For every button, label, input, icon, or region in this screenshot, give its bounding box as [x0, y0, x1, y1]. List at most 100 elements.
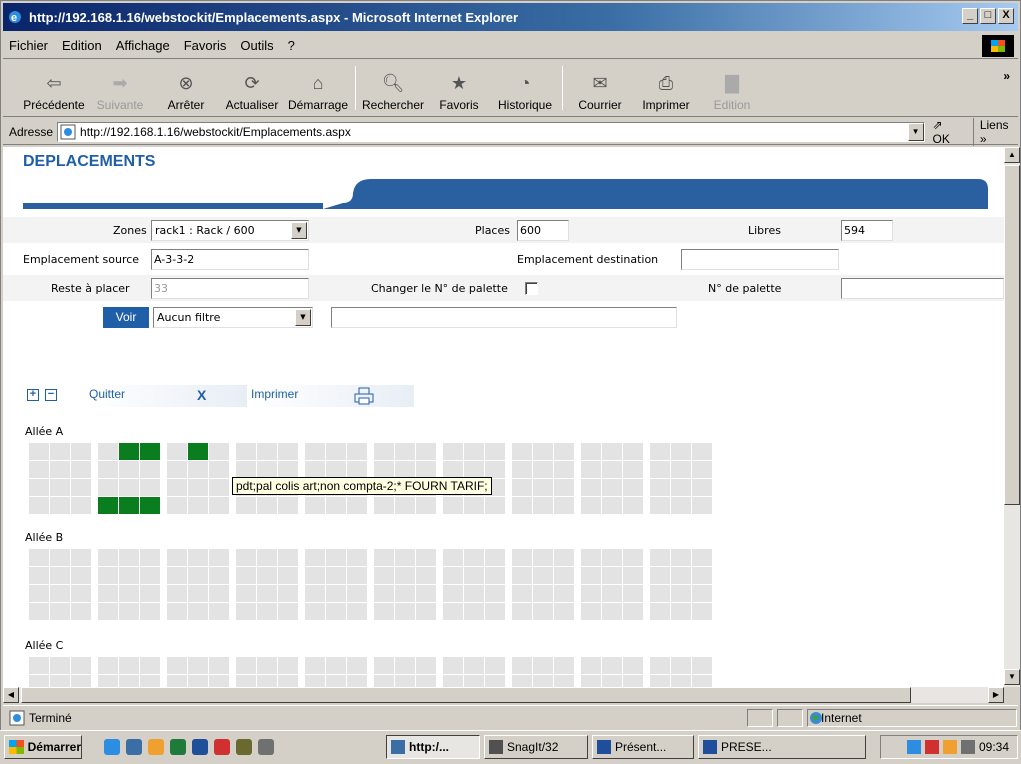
- location-cell[interactable]: [257, 567, 277, 584]
- menu-help[interactable]: ?: [288, 38, 295, 53]
- location-cell[interactable]: [464, 567, 484, 584]
- location-cell[interactable]: [209, 675, 229, 687]
- location-cell[interactable]: [623, 443, 643, 460]
- location-cell[interactable]: [581, 657, 601, 674]
- location-cell[interactable]: [395, 461, 415, 478]
- location-cell[interactable]: [29, 461, 49, 478]
- pal-field[interactable]: [841, 278, 1004, 299]
- location-cell[interactable]: [347, 549, 367, 566]
- location-cell[interactable]: [257, 585, 277, 602]
- location-cell[interactable]: [581, 567, 601, 584]
- search-button[interactable]: 🔍︎ Rechercher: [360, 71, 426, 116]
- location-cell[interactable]: [29, 585, 49, 602]
- scroll-up-icon[interactable]: ▲: [1004, 147, 1020, 163]
- location-cell[interactable]: [416, 443, 436, 460]
- location-cell[interactable]: [119, 675, 139, 687]
- location-cell[interactable]: [236, 497, 256, 514]
- location-cell[interactable]: [671, 585, 691, 602]
- location-cell[interactable]: [416, 549, 436, 566]
- location-cell[interactable]: [167, 549, 187, 566]
- location-cell[interactable]: [671, 443, 691, 460]
- location-cell[interactable]: [416, 567, 436, 584]
- location-cell[interactable]: [188, 675, 208, 687]
- location-cell[interactable]: [347, 603, 367, 620]
- location-cell[interactable]: [188, 549, 208, 566]
- location-cell[interactable]: [257, 443, 277, 460]
- location-cell[interactable]: [278, 585, 298, 602]
- location-cell[interactable]: [347, 585, 367, 602]
- location-cell[interactable]: [278, 549, 298, 566]
- location-cell[interactable]: [650, 549, 670, 566]
- location-cell[interactable]: [650, 657, 670, 674]
- location-cell[interactable]: [374, 657, 394, 674]
- location-cell-occupied[interactable]: [140, 497, 160, 514]
- location-cell[interactable]: [464, 657, 484, 674]
- vertical-scroll-thumb[interactable]: [1004, 165, 1020, 505]
- location-cell[interactable]: [98, 675, 118, 687]
- location-cell[interactable]: [650, 443, 670, 460]
- location-cell[interactable]: [71, 497, 91, 514]
- location-cell[interactable]: [71, 479, 91, 496]
- location-cell[interactable]: [98, 603, 118, 620]
- libres-field[interactable]: 594: [841, 220, 893, 241]
- location-cell[interactable]: [512, 585, 532, 602]
- location-cell[interactable]: [602, 497, 622, 514]
- location-cell[interactable]: [140, 585, 160, 602]
- location-cell[interactable]: [167, 585, 187, 602]
- location-cell[interactable]: [278, 497, 298, 514]
- location-cell[interactable]: [443, 549, 463, 566]
- mail-button[interactable]: ✉ Courrier: [567, 71, 633, 116]
- media-quicklaunch-icon[interactable]: [148, 739, 164, 755]
- location-cell[interactable]: [236, 549, 256, 566]
- location-cell[interactable]: [581, 443, 601, 460]
- location-cell[interactable]: [623, 549, 643, 566]
- location-cell[interactable]: [71, 443, 91, 460]
- location-cell[interactable]: [140, 675, 160, 687]
- location-cell[interactable]: [623, 479, 643, 496]
- refresh-button[interactable]: ⟳ Actualiser: [219, 71, 285, 116]
- location-cell[interactable]: [209, 443, 229, 460]
- location-cell[interactable]: [209, 603, 229, 620]
- location-cell-occupied[interactable]: [98, 497, 118, 514]
- location-cell[interactable]: [305, 443, 325, 460]
- location-cell[interactable]: [278, 657, 298, 674]
- location-cell[interactable]: [650, 479, 670, 496]
- location-cell[interactable]: [347, 461, 367, 478]
- change-pal-checkbox[interactable]: [525, 282, 538, 295]
- location-cell[interactable]: [29, 443, 49, 460]
- location-cell[interactable]: [374, 497, 394, 514]
- location-cell[interactable]: [650, 461, 670, 478]
- location-cell[interactable]: [512, 657, 532, 674]
- voir-button[interactable]: Voir: [103, 307, 149, 328]
- location-cell[interactable]: [236, 675, 256, 687]
- location-cell[interactable]: [533, 567, 553, 584]
- location-cell[interactable]: [443, 603, 463, 620]
- stop-button[interactable]: ⊗ Arrêter: [153, 71, 219, 116]
- app-tray-icon[interactable]: [942, 740, 957, 754]
- maximize-button[interactable]: □: [980, 8, 996, 24]
- location-cell[interactable]: [443, 675, 463, 687]
- location-cell[interactable]: [581, 675, 601, 687]
- location-cell[interactable]: [50, 657, 70, 674]
- menu-affichage[interactable]: Affichage: [116, 38, 170, 53]
- menu-fichier[interactable]: Fichier: [9, 38, 48, 53]
- camera-quicklaunch-icon[interactable]: [258, 739, 274, 755]
- location-cell[interactable]: [485, 497, 505, 514]
- location-cell[interactable]: [167, 443, 187, 460]
- location-cell[interactable]: [602, 461, 622, 478]
- location-cell[interactable]: [692, 567, 712, 584]
- location-cell[interactable]: [140, 479, 160, 496]
- location-cell[interactable]: [71, 585, 91, 602]
- location-cell[interactable]: [395, 675, 415, 687]
- close-icon[interactable]: X: [197, 387, 206, 403]
- location-cell[interactable]: [257, 675, 277, 687]
- location-cell[interactable]: [485, 657, 505, 674]
- location-cell[interactable]: [533, 675, 553, 687]
- location-cell[interactable]: [554, 567, 574, 584]
- location-cell[interactable]: [50, 479, 70, 496]
- location-cell[interactable]: [305, 585, 325, 602]
- location-cell[interactable]: [485, 675, 505, 687]
- location-cell[interactable]: [188, 657, 208, 674]
- location-cell[interactable]: [671, 567, 691, 584]
- location-cell[interactable]: [602, 443, 622, 460]
